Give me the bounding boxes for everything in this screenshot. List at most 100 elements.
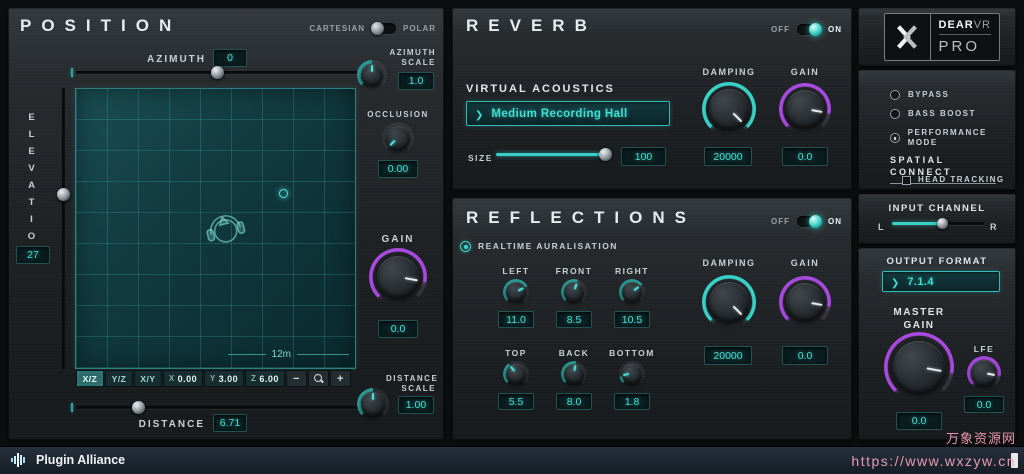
size-value[interactable]: 100	[621, 147, 666, 166]
plane-xz-button[interactable]: X/Z	[76, 370, 104, 387]
reflection-top-knob[interactable]	[503, 361, 529, 387]
bass-boost-option[interactable]: BASS BOOST	[890, 109, 976, 120]
coord-y-axis-label: Y	[209, 374, 216, 383]
coord-x-field[interactable]: X 0.00	[163, 370, 203, 387]
coord-x-value: 0.00	[177, 373, 198, 384]
reflections-gain-value[interactable]: 0.0	[782, 346, 828, 365]
occlusion-knob[interactable]	[382, 122, 414, 154]
top-label: TOP	[505, 348, 527, 358]
reverb-on-switch[interactable]	[797, 23, 822, 36]
zoom-in-button[interactable]: +	[330, 370, 351, 387]
bypass-option[interactable]: BYPASS	[890, 90, 949, 101]
bottom-label: BOTTOM	[609, 348, 655, 358]
reflection-back-knob[interactable]	[561, 361, 587, 387]
reflections-damping-value[interactable]: 20000	[704, 346, 752, 365]
azimuth-scale-value[interactable]: 1.0	[398, 72, 434, 90]
zoom-reset-button[interactable]	[308, 370, 329, 387]
master-gain-value[interactable]: 0.0	[896, 412, 942, 430]
reverb-damping-value[interactable]: 20000	[704, 147, 752, 166]
slider-thumb[interactable]	[936, 218, 948, 229]
reverb-gain-knob[interactable]	[779, 83, 831, 135]
reverb-damping-knob[interactable]	[702, 82, 756, 136]
reflection-front-value[interactable]: 8.5	[556, 311, 592, 328]
zoom-out-button[interactable]: −	[286, 370, 307, 387]
pro-text: PRO	[938, 38, 981, 55]
realtime-auralisation-radio[interactable]	[460, 241, 471, 253]
head-tracking-checkbox[interactable]	[902, 175, 911, 185]
reflection-back-value[interactable]: 8.0	[556, 393, 592, 410]
plane-yz-button[interactable]: Y/Z	[105, 370, 133, 387]
reflection-right-value[interactable]: 10.5	[614, 311, 650, 328]
lfe-label: LFE	[973, 344, 995, 354]
slider-thumb[interactable]	[599, 148, 613, 161]
reflection-top-value[interactable]: 5.5	[498, 393, 534, 410]
occlusion-value[interactable]: 0.00	[378, 160, 418, 178]
reflection-left-value[interactable]: 11.0	[498, 311, 534, 328]
size-slider[interactable]	[496, 147, 613, 161]
distance-value[interactable]: 6.71	[213, 414, 247, 432]
output-format-dropdown[interactable]: 7.1.4	[882, 271, 1000, 292]
dearvr-pro-logo: DEARVR PRO	[884, 13, 1000, 61]
performance-mode-option[interactable]: PERFORMANCE MODE	[890, 128, 1016, 149]
input-channel-label: INPUT CHANNEL	[888, 203, 986, 214]
distance-label: DISTANCE	[138, 419, 205, 430]
source-position-dot[interactable]	[279, 189, 288, 198]
slider-fill	[496, 153, 606, 156]
slider-thumb[interactable]	[210, 66, 224, 79]
watermark-line1: 万象资源网	[945, 431, 1016, 446]
position-gain-knob[interactable]	[369, 248, 427, 306]
distance-scale-value[interactable]: 1.00	[398, 396, 434, 414]
distance-scale-knob[interactable]	[357, 388, 389, 420]
input-right-label: R	[990, 222, 998, 232]
reverb-gain-value[interactable]: 0.0	[782, 147, 828, 166]
dearvr-logo-icon	[885, 14, 931, 60]
input-left-label: L	[878, 222, 885, 232]
azimuth-scale-knob[interactable]	[357, 60, 387, 90]
elevation-value[interactable]: 27	[16, 246, 50, 264]
plugin-alliance-brand[interactable]: Plugin Alliance	[10, 452, 125, 468]
vr-text: VR	[973, 19, 991, 31]
pad-scale-label: 12m	[271, 349, 291, 360]
slider-thumb[interactable]	[131, 401, 145, 414]
reflections-damping-knob[interactable]	[702, 275, 756, 329]
reflection-right-knob[interactable]	[619, 279, 645, 305]
distance-slider[interactable]	[71, 400, 362, 414]
head-tracking-option[interactable]: HEAD TRACKING	[902, 175, 1005, 185]
magnifier-icon	[313, 373, 324, 384]
position-gain-label: GAIN	[381, 234, 415, 245]
azimuth-slider[interactable]	[71, 65, 362, 79]
master-gain-knob[interactable]	[884, 332, 954, 402]
performance-mode-radio[interactable]	[890, 133, 900, 144]
reflection-bottom-knob[interactable]	[619, 361, 645, 387]
coord-x-axis-label: X	[168, 374, 175, 383]
position-xy-pad[interactable]: 12m	[75, 88, 356, 369]
reflections-gain-knob[interactable]	[779, 276, 831, 328]
reflections-on-switch[interactable]	[797, 215, 822, 228]
position-gain-value[interactable]: 0.0	[378, 320, 418, 338]
lfe-value[interactable]: 0.0	[964, 396, 1004, 413]
cartesian-polar-switch[interactable]	[371, 22, 396, 35]
realtime-auralisation-option[interactable]: REALTIME AURALISATION	[460, 241, 618, 253]
virtual-acoustics-dropdown[interactable]: Medium Recording Hall	[466, 101, 670, 126]
chevron-right-icon	[891, 273, 899, 291]
reflection-bottom-value[interactable]: 1.8	[614, 393, 650, 410]
reflection-front-knob[interactable]	[561, 279, 587, 305]
reflections-on-label: ON	[828, 217, 842, 226]
bass-boost-radio[interactable]	[890, 109, 900, 120]
plugin-alliance-text: Plugin Alliance	[36, 453, 126, 467]
plane-xy-button[interactable]: X/Y	[134, 370, 162, 387]
lfe-knob[interactable]	[967, 356, 1001, 390]
coord-z-field[interactable]: Z 6.00	[245, 370, 285, 387]
polar-label: POLAR	[403, 24, 436, 33]
bypass-radio[interactable]	[890, 90, 900, 101]
elevation-slider[interactable]	[56, 88, 70, 369]
reverb-damping-label: DAMPING	[702, 67, 756, 77]
scale-line-left	[227, 354, 266, 355]
input-channel-panel: INPUT CHANNEL L R	[858, 194, 1016, 244]
reflection-left-knob[interactable]	[503, 279, 529, 305]
reverb-off-label: OFF	[771, 25, 790, 34]
position-panel: POSITION CARTESIAN POLAR AZIMUTH 0 ELEVA…	[8, 8, 444, 440]
slider-thumb[interactable]	[57, 188, 70, 201]
coord-y-field[interactable]: Y 3.00	[204, 370, 244, 387]
input-channel-slider[interactable]	[892, 216, 984, 230]
